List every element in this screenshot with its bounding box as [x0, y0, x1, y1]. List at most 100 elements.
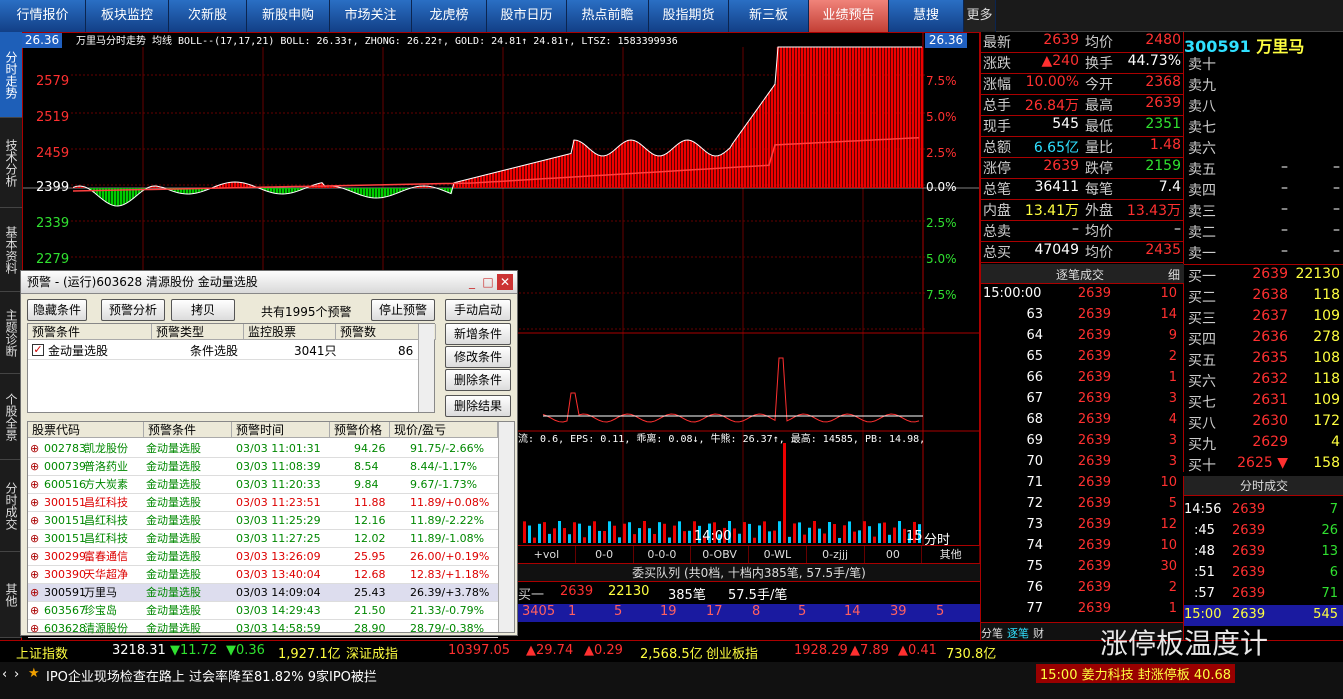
tab-8[interactable]: 股指期货 — [649, 0, 729, 32]
tab-11[interactable]: 慧搜 — [889, 0, 964, 32]
tab-5[interactable]: 龙虎榜 — [412, 0, 487, 32]
result-name: 万里马 — [84, 586, 117, 599]
dialog-button-6[interactable]: 修改条件 — [445, 346, 511, 368]
status-sh_name[interactable]: 上证指数 — [16, 643, 68, 662]
sell-level: 卖九 — [1184, 75, 1343, 96]
tick-time: 63 — [1026, 307, 1043, 322]
volume-bar — [848, 521, 851, 543]
ticks-footer-tab[interactable]: 分笔 — [981, 625, 1003, 641]
close-icon[interactable]: ✕ — [497, 274, 513, 290]
indicator-tab-4[interactable]: 0-WL — [749, 546, 807, 563]
tab-10[interactable]: 业绩预告 — [809, 0, 889, 32]
scroll-right-icon[interactable]: › — [14, 667, 19, 682]
ticks-footer-tab[interactable]: 财 — [1033, 625, 1044, 641]
indicator-tab-0[interactable]: +vol — [518, 546, 576, 563]
ticks-title[interactable]: 逐笔成交 — [1056, 266, 1104, 283]
mini-volume: 545 — [1313, 607, 1338, 622]
left-tab-6[interactable]: 其他 — [0, 552, 22, 638]
sell-volume: – — [1333, 222, 1340, 238]
status-cy_name[interactable]: 创业板指 — [706, 643, 758, 662]
tab-1[interactable]: 板块监控 — [86, 0, 169, 32]
dialog-button-4[interactable]: 手动启动 — [445, 299, 511, 321]
result-header[interactable]: 现价/盈亏 — [390, 422, 498, 438]
alert-icon: ⊕ — [30, 586, 40, 599]
tab-2[interactable]: 次新股 — [169, 0, 247, 32]
result-header[interactable]: 预警条件 — [144, 422, 232, 438]
indicator-tab-7[interactable]: 其他 — [922, 546, 980, 563]
result-header[interactable]: 预警价格 — [330, 422, 390, 438]
result-header[interactable]: 股票代码 — [28, 422, 144, 438]
dialog-button-7[interactable]: 删除条件 — [445, 369, 511, 391]
tab-7[interactable]: 热点前瞻 — [567, 0, 649, 32]
tick-price: 2639 — [1077, 559, 1111, 574]
news-text[interactable]: IPO企业现场检查在路上 过会率降至81.82% 9家IPO被拦 — [46, 666, 377, 685]
result-row[interactable]: ⊕ 300151 昌红科技 金动量选股 03/03 11:23:51 11.88 11.89… — [28, 494, 498, 512]
cond-scrollbar[interactable] — [418, 324, 434, 412]
tick-price: 2639 — [1077, 391, 1111, 406]
scroll-left-icon[interactable]: ‹ — [2, 667, 7, 682]
minimize-icon[interactable]: _ — [465, 274, 479, 290]
result-row[interactable]: ⊕ 000739 普洛药业 金动量选股 03/03 11:08:39 8.54 8.44/-… — [28, 458, 498, 476]
result-row[interactable]: ⊕ 603628 清源股份 金动量选股 03/03 14:58:59 28.90 28.79… — [28, 620, 498, 638]
ticks-footer-tab[interactable]: 逐笔 — [1007, 625, 1029, 641]
mini-time: :48 — [1194, 544, 1215, 559]
indicator-tab-2[interactable]: 0-0-0 — [634, 546, 692, 563]
indicator-tab-3[interactable]: 0-OBV — [691, 546, 749, 563]
tab-6[interactable]: 股市日历 — [487, 0, 567, 32]
tick-time: 77 — [1026, 601, 1043, 616]
result-row[interactable]: ⊕ 300151 昌红科技 金动量选股 03/03 11:27:25 12.02 11.89… — [28, 530, 498, 548]
left-tab-5[interactable]: 分时成交 — [0, 460, 22, 552]
buy-label: 买九 — [1188, 437, 1216, 453]
quote-label: 总卖 — [983, 224, 1011, 240]
left-tab-2[interactable]: 基本资料 — [0, 208, 22, 292]
dialog-button-3[interactable]: 停止预警 — [371, 299, 435, 321]
indicator-tab-6[interactable]: 00 — [865, 546, 923, 563]
cond-header[interactable]: 预警类型 — [152, 324, 244, 340]
status-sz_name[interactable]: 深证成指 — [346, 643, 398, 662]
dialog-button-8[interactable]: 删除结果 — [445, 395, 511, 417]
ticks-detail-button[interactable]: 细 — [1168, 266, 1180, 283]
maximize-icon[interactable]: □ — [481, 274, 495, 290]
result-row[interactable]: ⊕ 002783 凯龙股份 金动量选股 03/03 11:01:31 94.26 91.75… — [28, 440, 498, 458]
tab-12[interactable]: 更多 — [964, 0, 996, 32]
pct-tick-label: 7.5% — [926, 74, 957, 88]
dialog-button-2[interactable]: 拷贝 — [171, 299, 235, 321]
left-tab-0[interactable]: 分时走势 — [0, 32, 22, 118]
result-row[interactable]: ⊕ 603567 珍宝岛 金动量选股 03/03 14:29:43 21.50 21.33/… — [28, 602, 498, 620]
volume-bar — [763, 521, 766, 543]
volume-bar — [678, 521, 681, 543]
tick-row: 77 2639 1 — [981, 601, 1184, 622]
result-scrollbar[interactable] — [498, 422, 514, 632]
tab-4[interactable]: 市场关注 — [330, 0, 412, 32]
checkbox-icon[interactable]: ✓ — [32, 344, 44, 356]
tab-0[interactable]: 行情报价 — [0, 0, 86, 32]
result-row[interactable]: ⊕ 300299 富春通信 金动量选股 03/03 13:26:09 25.95 26.00… — [28, 548, 498, 566]
stock-alert[interactable]: 15:00 姜力科技 封涨停板 40.68 — [1036, 664, 1236, 683]
mini-price: 2639 — [1232, 544, 1266, 559]
result-header[interactable]: 预警时间 — [232, 422, 330, 438]
quote-row: 涨跌 ▲240 换手 44.73% — [981, 53, 1184, 74]
left-tab-3[interactable]: 主题诊断 — [0, 292, 22, 374]
dialog-button-1[interactable]: 预警分析 — [101, 299, 165, 321]
dialog-button-5[interactable]: 新增条件 — [445, 323, 511, 345]
left-tab-4[interactable]: 个股全景 — [0, 374, 22, 460]
result-row[interactable]: ⊕ 300591 万里马 金动量选股 03/03 14:09:04 25.43 26.39/… — [28, 584, 498, 602]
left-tab-1[interactable]: 技术分析 — [0, 118, 22, 208]
result-row[interactable]: ⊕ 300390 天华超净 金动量选股 03/03 13:40:04 12.68 12.83… — [28, 566, 498, 584]
result-code: 300299 — [44, 550, 86, 563]
tick-row: 76 2639 2 — [981, 580, 1184, 601]
tab-3[interactable]: 新股申购 — [247, 0, 330, 32]
cond-header[interactable]: 监控股票 — [244, 324, 336, 340]
pct-tick-label: 7.5% — [926, 288, 957, 302]
indicator-tab-5[interactable]: 0-zjjj — [807, 546, 865, 563]
result-row[interactable]: ⊕ 600516 方大炭素 金动量选股 03/03 11:20:33 9.84 9.67/-… — [28, 476, 498, 494]
ticks-header: 逐笔成交 细 — [981, 264, 1184, 284]
cond-row[interactable]: ✓ 金动量选股 条件选股 3041只 86 — [28, 342, 434, 360]
tab-9[interactable]: 新三板 — [729, 0, 809, 32]
tick-list: 逐笔成交细 15:00:00 2639 10 63 2639 14 64 2639 9 65 2639… — [980, 264, 1184, 641]
dialog-button-0[interactable]: 隐藏条件 — [27, 299, 87, 321]
cond-header[interactable]: 预警条件 — [28, 324, 152, 340]
alert-dialog[interactable]: 预警 - (运行)603628 清源股份 金动量选股 ✕ □ _ 隐藏条件 预警分… — [20, 270, 518, 638]
result-row[interactable]: ⊕ 300151 昌红科技 金动量选股 03/03 11:25:29 12.16 11.89… — [28, 512, 498, 530]
indicator-tab-1[interactable]: 0-0 — [576, 546, 634, 563]
